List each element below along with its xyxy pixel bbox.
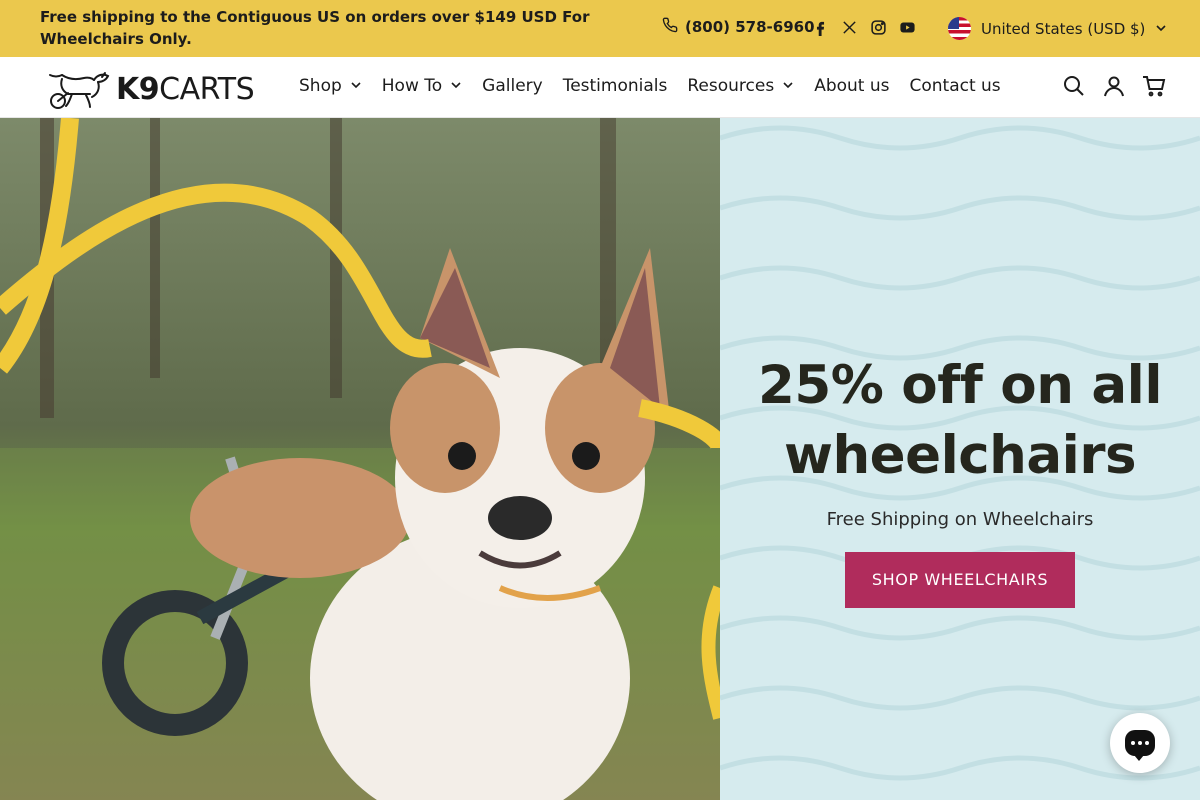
nav-item-shop[interactable]: Shop [299,76,362,96]
hero-subtitle: Free Shipping on Wheelchairs [826,509,1094,530]
hero-promo-panel: 25% off on all wheelchairs Free Shipping… [720,118,1200,800]
nav-item-how-to[interactable]: How To [382,76,462,96]
nav-item-contact-us[interactable]: Contact us [909,76,1000,96]
chat-bubble-icon [1125,730,1155,761]
nav-item-label: About us [814,76,890,96]
main-nav: Shop How To Gallery Testimonials Resourc… [299,76,1001,96]
instagram-icon[interactable] [870,19,887,36]
hero-content: 25% off on all wheelchairs Free Shipping… [720,351,1200,608]
x-icon[interactable] [841,19,858,36]
phone-icon [662,17,678,37]
nav-item-label: Gallery [482,76,543,96]
nav-item-gallery[interactable]: Gallery [482,76,543,96]
nav-item-label: Resources [687,76,775,96]
chevron-down-icon [350,76,362,96]
nav-item-label: How To [381,76,443,96]
nav-item-label: Testimonials [562,76,668,96]
phone-number: (800) 578-6960 [685,18,815,36]
nav-item-testimonials[interactable]: Testimonials [563,76,668,96]
shipping-promo-text: Free shipping to the Contiguous US on or… [40,8,590,48]
logo-text-bold: K9 [116,72,160,107]
hero-dog-wheelchair-image [0,118,720,800]
phone-link[interactable]: (800) 578-6960 [662,17,815,37]
us-flag-icon [948,17,971,40]
nav-item-label: Contact us [909,76,1001,96]
nav-item-about-us[interactable]: About us [814,76,889,96]
nav-item-label: Shop [299,76,342,96]
account-icon[interactable] [1102,74,1126,98]
facebook-icon[interactable] [812,19,829,36]
youtube-icon[interactable] [899,19,916,36]
k9carts-logo[interactable]: K9CARTS [44,65,255,115]
chevron-down-icon [782,76,794,96]
site-header: K9CARTS Shop How To Gallery Testimonials… [0,57,1200,118]
chat-widget-button[interactable] [1110,713,1170,773]
nav-item-resources[interactable]: Resources [687,76,794,96]
chevron-down-icon [450,76,462,96]
search-icon[interactable] [1062,74,1086,98]
currency-label: United States (USD $) [981,19,1146,38]
social-links [812,19,916,36]
chevron-down-icon [1155,20,1167,38]
cart-icon[interactable] [1142,74,1166,98]
hero-title-line-1: 25% off on all [758,355,1162,416]
logo-text: K9CARTS [116,67,255,113]
hero-title-line-2: wheelchairs [783,425,1137,486]
hero-title: 25% off on all wheelchairs [720,351,1200,491]
currency-selector[interactable]: United States (USD $) [948,17,1167,40]
logo-text-rest: CARTS [159,72,255,107]
shop-wheelchairs-button[interactable]: SHOP WHEELCHAIRS [845,552,1075,608]
header-tools [1062,74,1166,98]
announcement-bar: Free shipping to the Contiguous US on or… [0,0,1200,57]
dog-wheelchair-logo-icon [44,65,112,115]
